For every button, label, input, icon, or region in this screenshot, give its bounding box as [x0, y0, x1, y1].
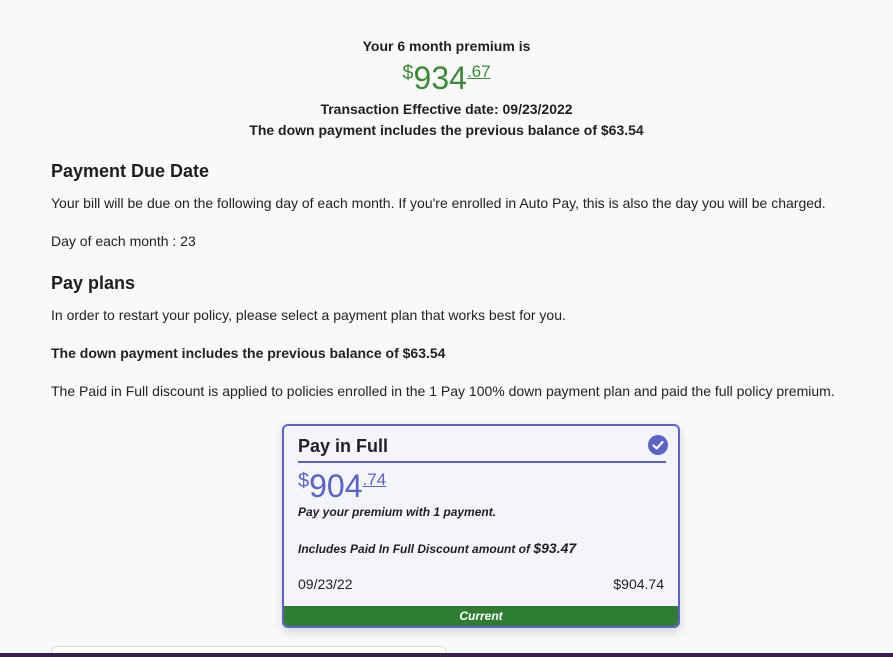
plan-discount-line: Includes Paid In Full Discount amount of…	[298, 540, 576, 556]
premium-heading: Your 6 month premium is	[362, 38, 531, 54]
plan-discount-label: Includes Paid In Full Discount amount of	[298, 542, 534, 556]
plan-price-whole: 904	[309, 468, 363, 504]
plan-price-cents: .74	[362, 470, 387, 489]
premium-whole: 934	[413, 60, 467, 96]
due-date-description: Your bill will be due on the following d…	[51, 195, 826, 211]
premium-cents: .67	[466, 62, 491, 81]
pay-plans-title: Pay plans	[51, 273, 136, 293]
plan-title-divider	[298, 461, 666, 463]
selected-check-icon[interactable]	[648, 435, 668, 455]
premium-currency: $	[402, 62, 414, 84]
pay-in-full-plan-card[interactable]: Pay in Full $904.74 Pay your premium wit…	[282, 424, 680, 628]
plan-subtitle: Pay your premium with 1 payment.	[298, 505, 497, 519]
due-date-section: Payment Due Date Your bill will be due o…	[51, 161, 851, 249]
pay-plans-previous-balance: The down payment includes the previous b…	[51, 345, 446, 361]
plan-status-badge: Current	[284, 606, 678, 626]
premium-price: $934.67	[0, 60, 893, 96]
plan-currency: $	[298, 470, 310, 492]
previous-balance-note: The down payment includes the previous b…	[249, 122, 644, 138]
effective-date: Transaction Effective date: 09/23/2022	[320, 101, 573, 117]
premium-summary: Your 6 month premium is $934.67 Transact…	[0, 38, 893, 138]
plan-discount-amount: $93.47	[533, 540, 577, 556]
bottom-bar	[0, 653, 893, 657]
plan-title: Pay in Full	[298, 436, 389, 456]
plan-price: $904.74	[298, 468, 386, 505]
pay-plans-intro: In order to restart your policy, please …	[51, 307, 566, 323]
plan-payment-date: 09/23/22	[298, 576, 353, 592]
due-date-title: Payment Due Date	[51, 161, 210, 181]
paid-in-full-discount-note: The Paid in Full discount is applied to …	[51, 383, 835, 399]
pay-plans-section: Pay plans In order to restart your polic…	[51, 273, 851, 399]
plan-payment-amount: $904.74	[613, 576, 664, 592]
due-day-text: Day of each month : 23	[51, 233, 196, 249]
